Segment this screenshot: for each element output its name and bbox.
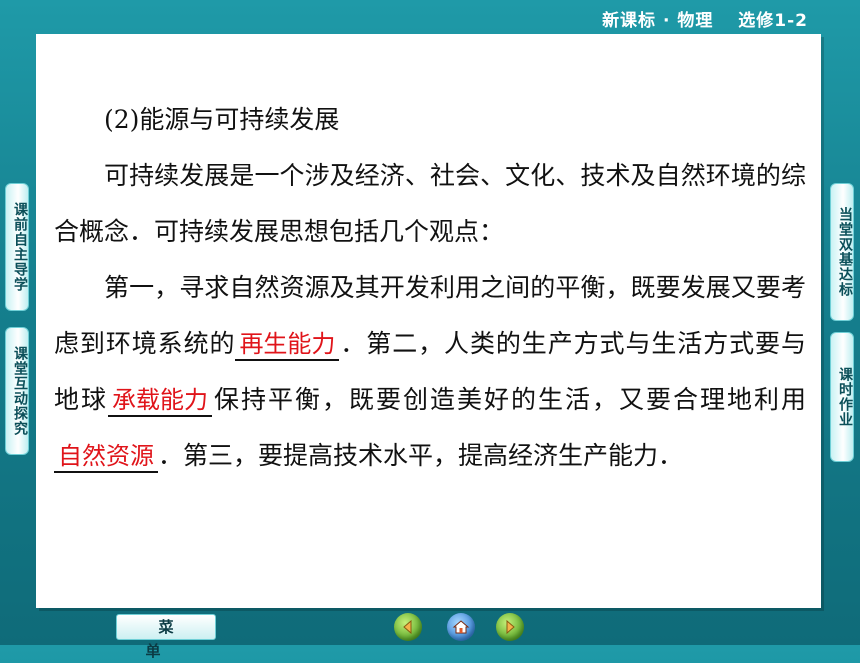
header-title: 新课标 · 物理 选修1-2: [602, 11, 808, 31]
paragraph-2-part-4: ．第三，要提高技术水平，提高经济生产能力．: [158, 441, 684, 470]
back-icon: [403, 619, 412, 635]
tab-pre-class-study[interactable]: 课前自主导学: [5, 183, 29, 311]
back-button[interactable]: [394, 613, 422, 641]
content-text: (2)能源与可持续发展 可持续发展是一个涉及经济、社会、文化、技术及自然环境的综…: [54, 92, 806, 484]
answer-blank-2: 承载能力: [108, 385, 212, 417]
answer-blank-1: 再生能力: [235, 329, 340, 361]
home-icon: [452, 620, 470, 634]
forward-button[interactable]: [496, 613, 524, 641]
paragraph-2-part-3: 保持平衡，既要创造美好的生活，又要合理地利用: [212, 385, 806, 414]
tab-basic-assessment[interactable]: 当堂双基达标: [830, 183, 854, 321]
home-button[interactable]: [447, 613, 475, 641]
paragraph-1: 可持续发展是一个涉及经济、社会、文化、技术及自然环境的综合概念．可持续发展思想包…: [54, 161, 806, 246]
answer-blank-3: 自然资源: [54, 441, 158, 473]
menu-button[interactable]: 菜单: [116, 614, 216, 660]
paragraph-2: 第一，寻求自然资源及其开发利用之间的平衡，既要发展又要考虑到环境系统的 再生能力．…: [54, 260, 806, 484]
tab-in-class-inquiry[interactable]: 课堂互动探究: [5, 327, 29, 455]
tab-homework[interactable]: 课时作业: [830, 332, 854, 462]
section-heading: (2)能源与可持续发展: [104, 105, 340, 134]
content-panel: (2)能源与可持续发展 可持续发展是一个涉及经济、社会、文化、技术及自然环境的综…: [36, 34, 821, 608]
forward-icon: [506, 619, 515, 635]
